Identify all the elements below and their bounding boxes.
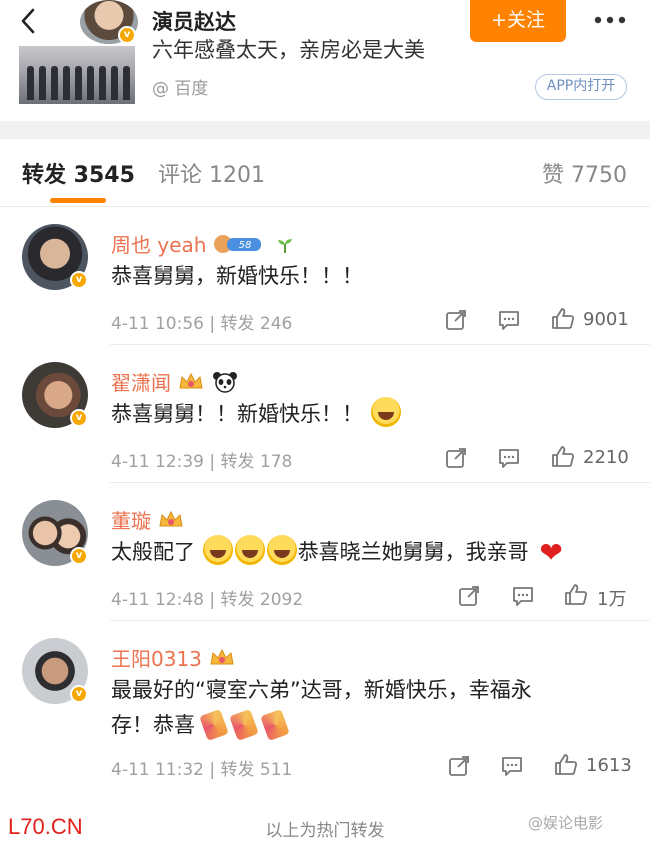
crown-badge-icon: [210, 648, 234, 665]
svg-text:58: 58: [238, 240, 251, 251]
comment-meta: 4-11 10:56 | 转发 246: [111, 314, 293, 334]
crown-badge-icon: [159, 510, 183, 527]
link-thumbnail: [19, 46, 135, 104]
repost-icon[interactable]: [444, 308, 468, 332]
link-source: @ 百度: [152, 79, 209, 99]
list-item: v 董璇 太般配了 恭喜晓兰她舅舅，我亲哥 ❤ 4-11 12:48 | 转发 …: [0, 483, 650, 621]
tab-repost[interactable]: 转发 3545: [22, 157, 135, 189]
like-count: 1613: [586, 755, 632, 776]
comment-author[interactable]: 周也 yeah: [111, 233, 206, 257]
comment-author[interactable]: 董璇: [111, 509, 151, 533]
party-popper-icon: [229, 709, 260, 741]
active-tab-indicator: [50, 198, 106, 203]
comment-icon[interactable]: [497, 308, 521, 332]
crown-badge-icon: [179, 372, 203, 389]
verified-badge-icon: v: [70, 271, 88, 289]
section-divider: [0, 121, 650, 139]
list-item: v 周也 yeah 58 恭喜舅舅，新婚快乐！！！ 4-11 10:56 | 转…: [0, 207, 650, 345]
comment-text-prefix: 太般配了: [111, 540, 195, 564]
verified-badge-icon: v: [70, 547, 88, 565]
comment-author[interactable]: 王阳0313: [111, 647, 202, 671]
like-count: 9001: [583, 309, 629, 330]
sprout-icon: [278, 239, 293, 253]
comment-meta: 4-11 12:39 | 转发 178: [111, 452, 293, 472]
like-icon[interactable]: [564, 583, 588, 607]
verified-badge-icon: v: [118, 26, 136, 44]
watermark-left: L70.CN: [8, 814, 83, 839]
follow-button[interactable]: +关注: [470, 0, 566, 42]
header-user-name[interactable]: 演员赵达: [152, 6, 236, 36]
laughing-emoji-icon: [370, 397, 401, 427]
list-item: v 王阳0313 最最好的“寝室六弟”达哥，新婚快乐，幸福永 存！恭喜 4-11…: [0, 621, 650, 793]
like-count: 2210: [583, 447, 629, 468]
repost-icon[interactable]: [444, 446, 468, 470]
like-icon[interactable]: [551, 445, 575, 469]
like-count: 1万: [597, 589, 627, 610]
repost-icon[interactable]: [457, 584, 481, 608]
comment-author[interactable]: 翟潇闻: [111, 371, 171, 395]
like-icon[interactable]: [551, 307, 575, 331]
verified-badge-icon: v: [70, 409, 88, 427]
party-popper-icon: [198, 709, 229, 741]
comment-icon[interactable]: [500, 754, 524, 778]
repost-icon[interactable]: [447, 754, 471, 778]
tab-bar: 转发 3545 评论 1201 赞 7750: [0, 139, 650, 207]
comment-text-line1: 最最好的“寝室六弟”达哥，新婚快乐，幸福永: [111, 678, 532, 702]
party-popper-icon: [260, 709, 290, 741]
tab-like[interactable]: 赞 7750: [542, 157, 627, 189]
chevron-left-icon[interactable]: [14, 6, 44, 36]
panda-icon: [212, 372, 237, 393]
level-badge-icon: 58: [213, 235, 261, 253]
comment-text-suffix: 恭喜晓兰她舅舅，我亲哥: [297, 540, 529, 564]
comment-meta: 4-11 11:32 | 转发 511: [111, 760, 293, 780]
laughing-emoji-icon: [202, 535, 233, 565]
watermark-right: @娱论电影: [528, 814, 604, 832]
comment-icon[interactable]: [497, 446, 521, 470]
weibo-repost-screen: v 演员赵达 +关注 六年感叠太天，亲房必是大美 @ 百度 APP内打开 转发 …: [0, 0, 650, 845]
heart-icon: ❤: [539, 536, 563, 569]
comment-text-line2: 存！恭喜: [111, 713, 195, 737]
comment-meta: 4-11 12:48 | 转发 2092: [111, 590, 304, 610]
verified-badge-icon: v: [70, 685, 88, 703]
tab-comment[interactable]: 评论 1201: [158, 157, 265, 189]
laughing-emoji-icon: [234, 535, 265, 565]
list-item: v 翟潇闻 恭喜舅舅！！新婚快乐！！ 4-11 12:39 | 转发 178 2…: [0, 345, 650, 483]
comment-text: 恭喜舅舅！！新婚快乐！！: [111, 402, 363, 426]
more-dots-icon[interactable]: [590, 10, 630, 30]
like-icon[interactable]: [554, 753, 578, 777]
shared-link-card[interactable]: 六年感叠太天，亲房必是大美 @ 百度 APP内打开: [0, 38, 650, 121]
laughing-emoji-icon: [266, 535, 297, 565]
link-title: 六年感叠太天，亲房必是大美: [152, 38, 425, 62]
comment-icon[interactable]: [511, 584, 535, 608]
comment-text: 恭喜舅舅，新婚快乐！！！: [111, 264, 363, 288]
open-in-app-button[interactable]: APP内打开: [535, 74, 627, 100]
